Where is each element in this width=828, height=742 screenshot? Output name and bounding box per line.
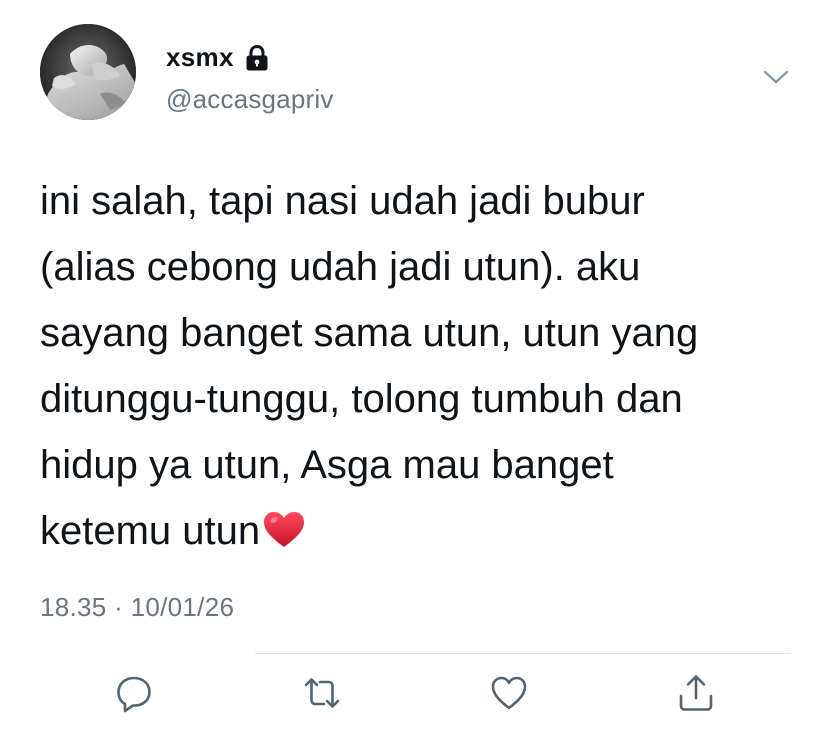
tweet-time: 18.35 xyxy=(40,592,107,622)
tweet-text: ini salah, tapi nasi udah jadi bubur (al… xyxy=(40,168,800,564)
tweet-action-bar xyxy=(0,672,828,724)
tweet-line: ditunggu-tunggu, tolong tumbuh dan xyxy=(40,377,683,421)
like-icon xyxy=(489,673,529,718)
tweet-line: sayang banget sama utun, utun yang xyxy=(40,311,699,355)
lock-icon xyxy=(244,44,270,72)
share-button[interactable] xyxy=(673,672,719,718)
chevron-down-icon[interactable] xyxy=(761,66,791,88)
retweet-button[interactable] xyxy=(299,672,345,718)
reply-icon xyxy=(114,673,154,718)
author-display-name[interactable]: xsmx xyxy=(166,42,234,73)
share-icon xyxy=(676,673,716,718)
author-handle[interactable]: @accasgapriv xyxy=(166,84,334,115)
tweet-timestamp[interactable]: 18.35 · 10/01/26 xyxy=(40,592,234,623)
reply-button[interactable] xyxy=(111,672,157,718)
author-name-row[interactable]: xsmx xyxy=(166,42,270,73)
divider xyxy=(255,653,791,654)
tweet-line: (alias cebong udah jadi utun). aku xyxy=(40,245,641,289)
red-heart-emoji xyxy=(262,504,306,547)
avatar-image xyxy=(40,24,136,120)
avatar[interactable] xyxy=(40,24,136,120)
retweet-icon xyxy=(302,673,342,718)
tweet-line: ini salah, tapi nasi udah jadi bubur xyxy=(40,179,645,223)
tweet-date: 10/01/26 xyxy=(130,592,235,622)
meta-separator: · xyxy=(114,592,124,622)
tweet-line: ketemu utun xyxy=(40,509,261,553)
tweet-line-last: ketemu utun xyxy=(40,498,800,564)
tweet-line: hidup ya utun, Asga mau banget xyxy=(40,443,614,487)
like-button[interactable] xyxy=(486,672,532,718)
